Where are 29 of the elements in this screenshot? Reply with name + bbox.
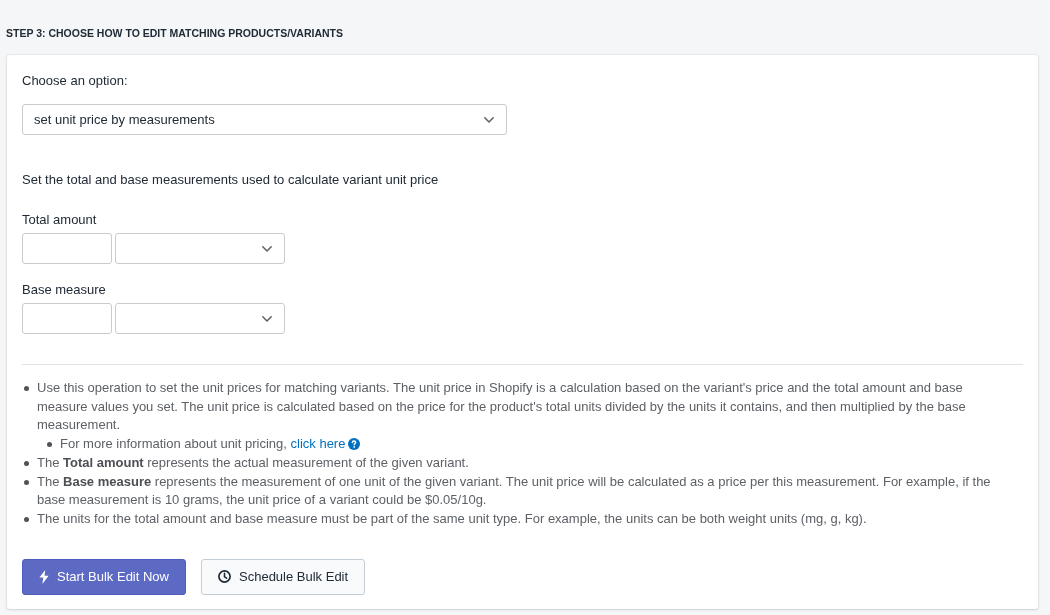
- chevron-down-icon: [262, 315, 272, 322]
- unit-dropdown[interactable]: [115, 303, 285, 334]
- bullet-icon: [24, 460, 29, 466]
- bullet-icon: [24, 479, 29, 485]
- schedule-bulk-edit-button[interactable]: Schedule Bulk Edit: [201, 558, 366, 595]
- unit-dropdown[interactable]: [115, 233, 285, 264]
- amount-input[interactable]: [22, 303, 112, 334]
- start-bulk-edit-button[interactable]: Start Bulk Edit Now: [22, 558, 186, 595]
- field-label: Total amount: [22, 211, 97, 229]
- info-text: The units for the total amount and base measure must be part of the same unit type. For example, the units can be both weight units (mg, g, kg).: [37, 510, 867, 526]
- bullet-icon: [24, 386, 29, 391]
- info-link[interactable]: click here: [290, 436, 346, 452]
- option-dropdown[interactable]: set unit price by measurements: [22, 104, 507, 135]
- bolt-icon: [39, 569, 49, 584]
- chevron-down-icon: [262, 245, 272, 252]
- measurements-intro: Set the total and base measurements used to calculate variant unit price: [22, 171, 439, 189]
- amount-input[interactable]: [22, 233, 112, 264]
- clock-icon: [218, 570, 231, 584]
- info-text: The Base measure represents the measurement of one unit of the given variant. The unit price will be calculated as a price per this measurement. For example, if the base measurement is 10 grams, the unit price of a variant could be $0.05/10g.: [37, 473, 991, 508]
- bullet-icon: [24, 516, 29, 522]
- help-icon: [348, 438, 361, 451]
- info-text: The Total amount represents the actual measurement of the given variant.: [37, 454, 469, 470]
- chevron-down-icon: [484, 116, 494, 123]
- step-heading: STEP 3: CHOOSE HOW TO EDIT MATCHING PRODUCTS/VARIANTS: [6, 26, 343, 41]
- option-label: Choose an option:: [22, 72, 128, 90]
- info-text: For more information about unit pricing, click here: [60, 435, 346, 454]
- field-label: Base measure: [22, 281, 106, 299]
- bullet-icon: [47, 442, 52, 448]
- info-text: Use this operation to set the unit prices for matching variants. The unit price in Shopify is a calculation based on the variant's price and the total amount and base measure values you set. The unit price is calculated based on the price for the product's total units divided by the units it contains, and then multiplied by the base measurement.: [37, 380, 966, 433]
